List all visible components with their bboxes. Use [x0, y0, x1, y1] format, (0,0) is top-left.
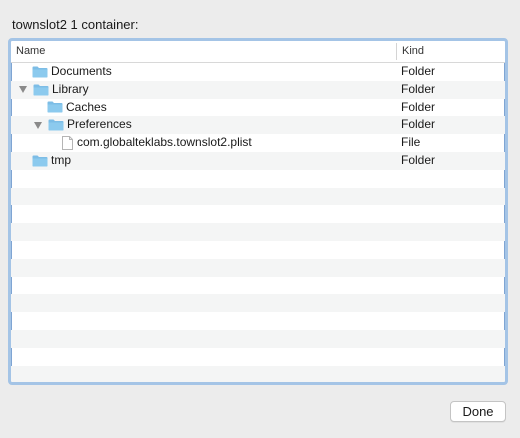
name-cell: Documents	[32, 63, 112, 81]
empty-row	[11, 187, 505, 206]
folder-icon	[32, 155, 48, 167]
file-icon	[62, 136, 73, 151]
name-cell: Caches	[47, 99, 107, 117]
folder-icon	[48, 119, 64, 131]
row-name-label: Documents	[51, 64, 112, 78]
empty-row	[11, 365, 505, 382]
row-name-label: tmp	[51, 152, 72, 167]
empty-row	[11, 205, 505, 223]
table-row[interactable]: tmp Folder	[11, 151, 505, 170]
file-outline-view[interactable]: Name Kind Documents Folder Library Folder Ca…	[8, 38, 508, 385]
empty-row	[11, 258, 505, 277]
folder-icon	[33, 84, 49, 96]
folder-icon	[32, 66, 48, 78]
name-cell: com.globalteklabs.townslot2.plist	[62, 134, 252, 152]
row-kind-label: Folder	[401, 99, 436, 114]
empty-row	[11, 329, 505, 348]
table-row[interactable]: Preferences Folder	[11, 116, 505, 135]
folder-icon	[47, 101, 63, 113]
disclosure-triangle-icon[interactable]	[34, 121, 42, 129]
name-cell: tmp	[32, 152, 71, 170]
row-kind-label: Folder	[401, 152, 436, 167]
name-cell: Library	[19, 81, 89, 99]
empty-row	[11, 241, 505, 259]
table-row[interactable]: Library Folder	[11, 80, 505, 99]
row-name-label: Caches	[66, 99, 107, 114]
row-kind-label: Folder	[401, 117, 436, 132]
empty-row	[11, 312, 505, 330]
column-divider[interactable]	[396, 43, 397, 60]
empty-row	[11, 277, 505, 295]
row-name-label: com.globalteklabs.townslot2.plist	[77, 135, 252, 150]
table-row[interactable]: Documents Folder	[11, 63, 505, 81]
dialog-title: townslot2 1 container:	[12, 17, 139, 32]
row-kind-label: File	[401, 135, 421, 150]
disclosure-triangle-icon[interactable]	[19, 86, 27, 94]
row-kind-label: Folder	[401, 64, 436, 78]
table-header: Name Kind	[11, 41, 505, 63]
table-row[interactable]: com.globalteklabs.townslot2.plist File	[11, 134, 505, 152]
empty-row	[11, 294, 505, 313]
name-cell: Preferences	[34, 116, 132, 134]
table-body: Documents Folder Library Folder Caches Folder…	[11, 63, 505, 382]
row-kind-label: Folder	[401, 81, 436, 96]
column-header-kind[interactable]: Kind	[402, 41, 424, 62]
row-name-label: Preferences	[67, 117, 132, 132]
empty-row	[11, 170, 505, 188]
column-header-name[interactable]: Name	[16, 41, 45, 62]
empty-row	[11, 223, 505, 241]
row-name-label: Library	[52, 81, 89, 96]
table-row[interactable]: Caches Folder	[11, 99, 505, 117]
done-button[interactable]: Done	[450, 401, 506, 422]
empty-row	[11, 348, 505, 366]
